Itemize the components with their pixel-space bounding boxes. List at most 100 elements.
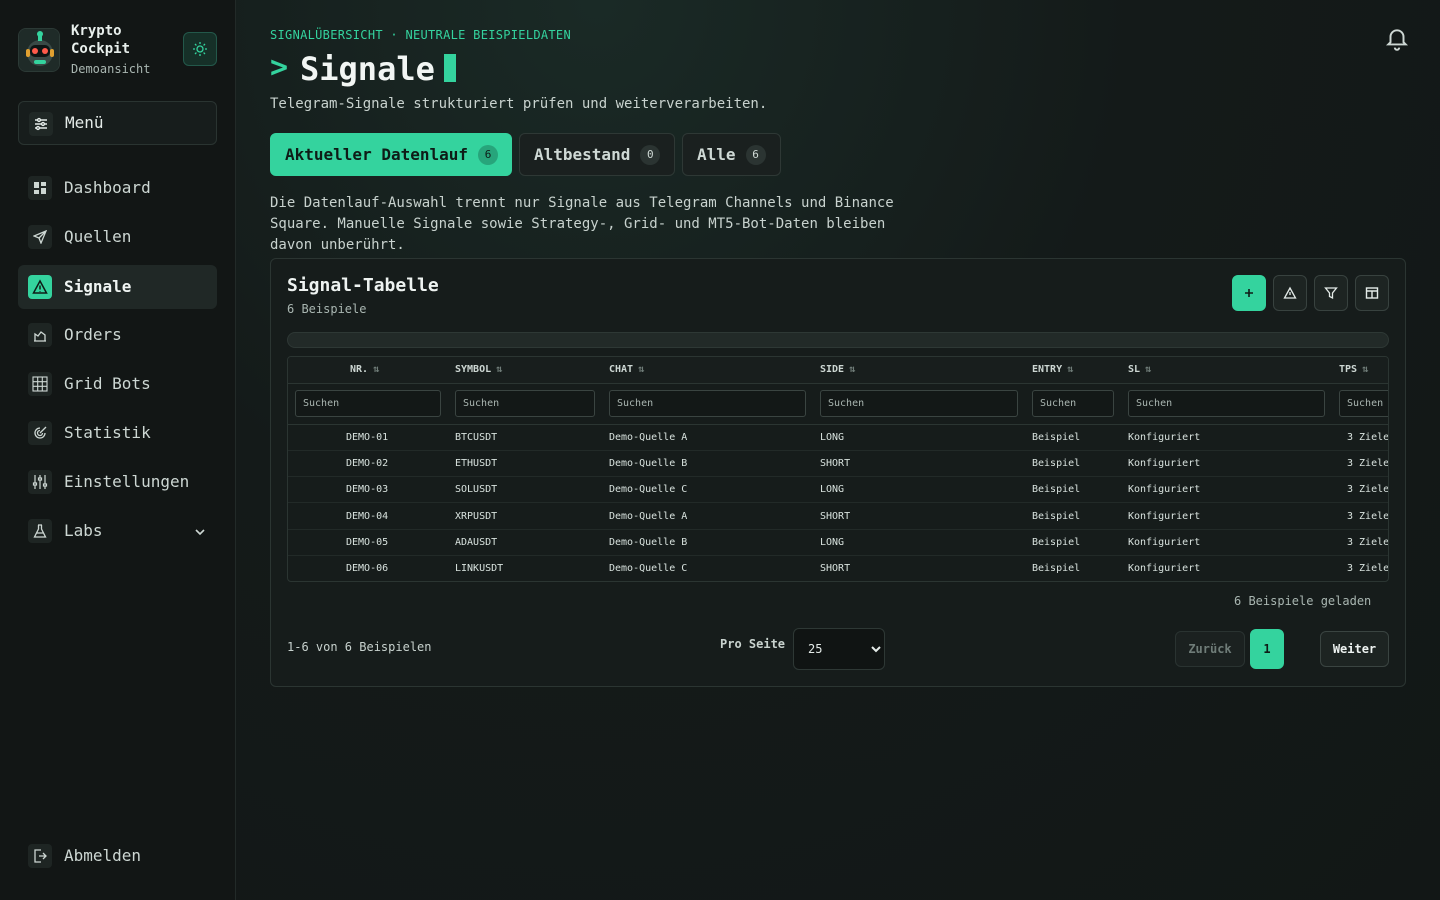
sidebar-item-einstellungen[interactable]: Einstellungen bbox=[18, 460, 217, 504]
filter-icon bbox=[1324, 287, 1338, 300]
column-header-symbol[interactable]: SYMBOL ⇅ bbox=[455, 364, 502, 375]
column-header-side[interactable]: SIDE ⇅ bbox=[820, 364, 855, 375]
robot-logo-icon bbox=[18, 28, 60, 72]
next-page-button[interactable]: Weiter bbox=[1320, 631, 1389, 667]
column-header-chat[interactable]: CHAT ⇅ bbox=[609, 364, 644, 375]
sidebar-item-label: Dashboard bbox=[64, 178, 151, 197]
filter-input-symbol[interactable] bbox=[455, 390, 595, 417]
table-row[interactable]: DEMO-05 ADAUSDT Demo-Quelle B LONG Beispiel K… bbox=[288, 530, 1389, 556]
sun-icon bbox=[193, 42, 207, 56]
logout-icon bbox=[28, 844, 52, 868]
column-header-tps[interactable]: TPS ⇅ bbox=[1339, 364, 1368, 375]
cell-symbol: ADAUSDT bbox=[455, 536, 498, 548]
warning-filter-button[interactable] bbox=[1273, 275, 1307, 311]
cell-sl: Konfiguriert bbox=[1128, 432, 1201, 443]
tab-alle[interactable]: Alle 6 bbox=[682, 133, 781, 176]
cell-sl: Konfiguriert bbox=[1128, 536, 1201, 548]
cell-side: SHORT bbox=[820, 563, 851, 574]
cell-chat: Demo-Quelle A bbox=[609, 510, 688, 522]
notifications-button[interactable] bbox=[1384, 26, 1410, 52]
filter-input-sl[interactable] bbox=[1128, 390, 1325, 417]
table-row[interactable]: DEMO-01 BTCUSDT Demo-Quelle A LONG Beispiel K… bbox=[288, 425, 1388, 451]
columns-button[interactable] bbox=[1355, 275, 1389, 311]
cell-nr: DEMO-06 bbox=[346, 563, 389, 574]
brand: Krypto Cockpit Demoansicht bbox=[18, 23, 218, 76]
info-text: Die Datenlauf-Auswahl trennt nur Signale… bbox=[270, 195, 894, 253]
eyebrow-breadcrumb: SIGNALÜBERSICHT · NEUTRALE BEISPIELDATEN bbox=[270, 28, 571, 42]
orders-icon bbox=[28, 323, 52, 347]
table-row[interactable]: DEMO-03 SOLUSDT Demo-Quelle C LONG Beispiel K… bbox=[288, 477, 1389, 504]
main-content: SIGNALÜBERSICHT · NEUTRALE BEISPIELDATEN… bbox=[236, 0, 1440, 900]
filter-input-side[interactable] bbox=[820, 390, 1018, 417]
dashboard-icon bbox=[28, 176, 52, 200]
sidebar-item-dashboard[interactable]: Dashboard bbox=[18, 166, 217, 210]
cell-symbol: BTCUSDT bbox=[455, 432, 498, 443]
cell-entry: Beispiel bbox=[1032, 536, 1081, 548]
table-row[interactable]: DEMO-06 LINKUSDT Demo-Quelle C SHORT Beispie… bbox=[288, 556, 1388, 581]
table-row[interactable]: DEMO-02 ETHUSDT Demo-Quelle B SHORT Beispiel… bbox=[288, 451, 1388, 478]
theme-toggle-button[interactable] bbox=[183, 32, 217, 66]
sidebar: Krypto Cockpit Demoansicht Menü Dashboar… bbox=[0, 0, 236, 900]
sidebar-item-grid-bots[interactable]: Grid Bots bbox=[18, 362, 217, 406]
cell-nr: DEMO-04 bbox=[346, 510, 389, 522]
sidebar-item-label: Orders bbox=[64, 325, 122, 344]
sidebar-item-label: Statistik bbox=[64, 423, 151, 442]
sliders-icon bbox=[28, 470, 52, 494]
tab-aktueller-datenlauf[interactable]: Aktueller Datenlauf 6 bbox=[270, 133, 512, 176]
card-title: Signal-Tabelle bbox=[287, 275, 439, 296]
horizontal-scrollbar[interactable] bbox=[287, 332, 1389, 348]
column-header-entry[interactable]: ENTRY ⇅ bbox=[1032, 364, 1073, 375]
cell-side: SHORT bbox=[820, 510, 851, 522]
sidebar-item-statistik[interactable]: Statistik bbox=[18, 411, 217, 455]
filter-input-chat[interactable] bbox=[609, 390, 806, 417]
grid-icon bbox=[28, 372, 52, 396]
column-header-sl[interactable]: SL ⇅ bbox=[1128, 364, 1151, 375]
cell-tps: 3 Ziele bbox=[1347, 484, 1389, 496]
cell-symbol: SOLUSDT bbox=[455, 484, 498, 496]
sidebar-item-label: Grid Bots bbox=[64, 374, 151, 393]
cell-entry: Beispiel bbox=[1032, 484, 1081, 496]
cell-sl: Konfiguriert bbox=[1128, 563, 1201, 574]
logout-label: Abmelden bbox=[64, 846, 142, 865]
cell-side: LONG bbox=[820, 484, 845, 496]
cell-symbol: XRPUSDT bbox=[455, 510, 498, 522]
pagination-range: 1-6 von 6 Beispielen bbox=[287, 640, 432, 654]
table-row[interactable]: DEMO-04 XRPUSDT Demo-Quelle A SHORT Beispiel… bbox=[288, 504, 1388, 530]
menu-label: Menü bbox=[65, 113, 104, 132]
filter-input-entry[interactable] bbox=[1032, 390, 1114, 417]
cell-chat: Demo-Quelle A bbox=[609, 432, 688, 443]
sidebar-item-labs[interactable]: Labs bbox=[18, 509, 217, 553]
filter-input-nr[interactable] bbox=[295, 390, 441, 417]
sparkle-icon bbox=[1245, 289, 1253, 297]
page-title: Signale bbox=[300, 50, 435, 88]
sidebar-item-orders[interactable]: Orders bbox=[18, 313, 217, 357]
columns-icon bbox=[1365, 287, 1379, 299]
filter-input-tps[interactable] bbox=[1339, 390, 1388, 417]
sidebar-item-label: Einstellungen bbox=[64, 472, 190, 491]
warning-icon bbox=[28, 275, 52, 299]
previous-page-button[interactable]: Zurück bbox=[1175, 631, 1245, 667]
sidebar-item-quellen[interactable]: Quellen bbox=[18, 215, 217, 259]
logout-button[interactable]: Abmelden bbox=[18, 834, 217, 878]
page-number-button[interactable]: 1 bbox=[1250, 629, 1284, 669]
tab-altbestand[interactable]: Altbestand 0 bbox=[519, 133, 675, 176]
add-signal-button[interactable] bbox=[1232, 275, 1266, 311]
sidebar-item-signale[interactable]: Signale bbox=[18, 265, 217, 309]
cell-entry: Beispiel bbox=[1032, 458, 1081, 470]
brand-title: Krypto Cockpit bbox=[71, 23, 131, 57]
cell-sl: Konfiguriert bbox=[1128, 484, 1201, 496]
chevron-down-icon[interactable] bbox=[193, 525, 207, 539]
cell-tps: 3 Ziele bbox=[1347, 536, 1389, 548]
cell-nr: DEMO-03 bbox=[346, 484, 389, 496]
filter-button[interactable] bbox=[1314, 275, 1348, 311]
cell-side: SHORT bbox=[820, 458, 851, 470]
menu-button[interactable]: Menü bbox=[18, 101, 217, 145]
cell-nr: DEMO-05 bbox=[346, 536, 389, 548]
cell-entry: Beispiel bbox=[1032, 510, 1081, 522]
column-header-nr[interactable]: NR. ⇅ bbox=[350, 364, 379, 375]
cell-sl: Konfiguriert bbox=[1128, 510, 1201, 522]
cell-entry: Beispiel bbox=[1032, 432, 1081, 443]
signal-table-card: Signal-Tabelle 6 Beispiele NR. ⇅ SYMBOL ⇅ … bbox=[270, 258, 1406, 687]
tab-count-badge: 6 bbox=[745, 144, 766, 165]
per-page-select[interactable]: 25 bbox=[793, 628, 885, 670]
